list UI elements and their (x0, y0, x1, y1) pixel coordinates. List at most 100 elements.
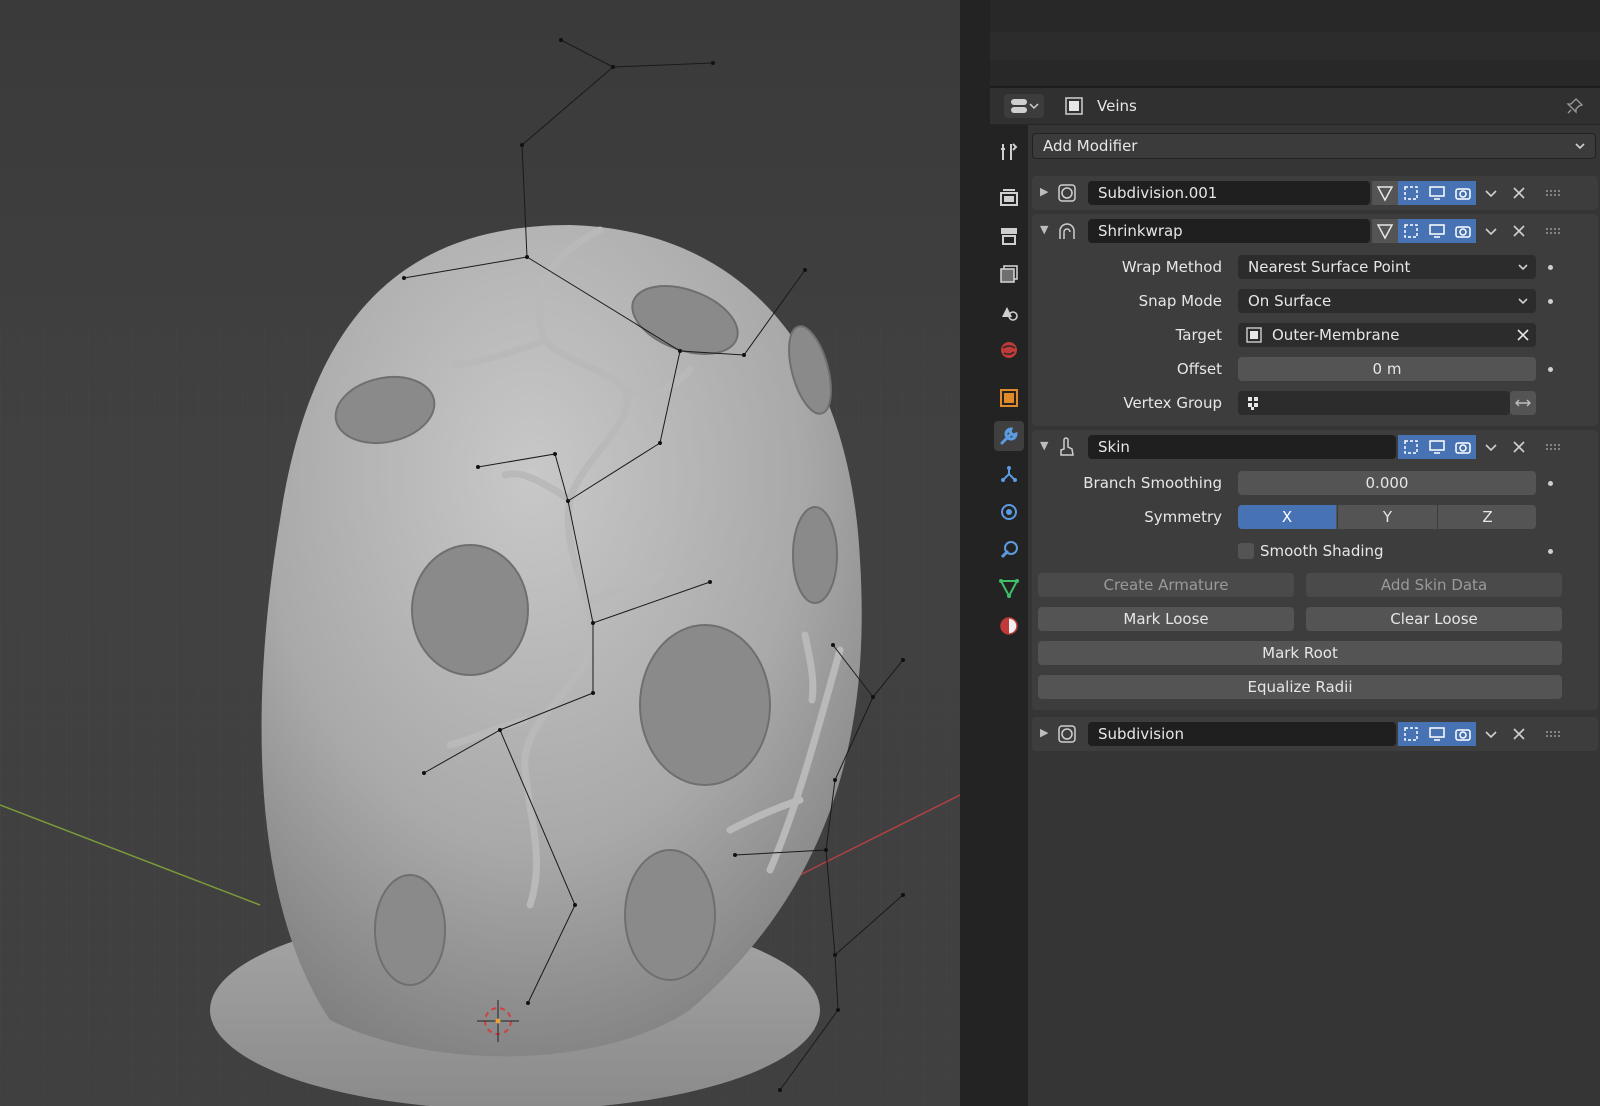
wrap-method-select[interactable]: Nearest Surface Point (1238, 255, 1536, 279)
symmetry-x-button[interactable]: X (1238, 505, 1336, 529)
render-toggle[interactable] (1450, 722, 1476, 746)
close-icon[interactable] (1510, 725, 1528, 743)
smooth-shading-label[interactable]: Smooth Shading (1260, 539, 1384, 563)
modifier-name-field[interactable]: Shrinkwrap (1088, 219, 1370, 243)
viewport-toggle[interactable] (1424, 435, 1450, 459)
viewport-toggle[interactable] (1424, 181, 1450, 205)
mark-loose-button[interactable]: Mark Loose (1038, 607, 1294, 631)
drag-handle-icon[interactable] (1544, 184, 1562, 202)
invert-vertex-group-button[interactable] (1510, 391, 1536, 415)
3d-viewport[interactable] (0, 0, 960, 1106)
drag-handle-icon[interactable] (1544, 725, 1562, 743)
branch-smoothing-label: Branch Smoothing (1083, 474, 1222, 492)
modifier-tab-icon[interactable] (994, 421, 1024, 451)
render-tab-icon[interactable] (994, 183, 1024, 213)
monitor-icon (1429, 440, 1445, 454)
editor-type-icon (1011, 99, 1039, 113)
physics-tab-icon[interactable] (994, 497, 1024, 527)
collapse-triangle-icon[interactable]: ▼ (1040, 223, 1048, 236)
add-skin-data-button[interactable]: Add Skin Data (1306, 573, 1562, 597)
edit-mode-toggle[interactable] (1398, 722, 1424, 746)
equalize-radii-button[interactable]: Equalize Radii (1038, 675, 1562, 699)
chevron-down-icon[interactable] (1482, 725, 1500, 743)
snap-mode-select[interactable]: On Surface (1238, 289, 1536, 313)
symmetry-z-button[interactable]: Z (1437, 505, 1536, 529)
modifier-header[interactable]: ▼ Shrinkwrap (1032, 214, 1598, 248)
modifier-header[interactable]: ▼ Skin (1032, 430, 1598, 464)
edit-mode-toggle[interactable] (1398, 219, 1424, 243)
viewport-toggle[interactable] (1424, 722, 1450, 746)
expand-triangle-icon[interactable]: ▶ (1040, 185, 1048, 198)
modifier-stack: Add Modifier ▶ Subdivision.001 ▼ Shrinkw… (1028, 125, 1600, 1106)
output-tab-icon[interactable] (994, 221, 1024, 251)
branch-smoothing-field[interactable]: 0.000 (1238, 471, 1536, 495)
smooth-shading-checkbox[interactable] (1238, 543, 1254, 559)
material-tab-icon[interactable] (994, 611, 1024, 641)
chevron-down-icon[interactable] (1482, 184, 1500, 202)
expand-triangle-icon[interactable]: ▶ (1040, 726, 1048, 739)
view-layer-tab-icon[interactable] (994, 259, 1024, 289)
edit-mode-cage-toggle[interactable] (1372, 181, 1398, 205)
camera-icon (1455, 729, 1471, 741)
target-field[interactable]: Outer-Membrane (1238, 323, 1536, 347)
drag-handle-icon[interactable] (1544, 438, 1562, 456)
object-icon (1246, 327, 1262, 343)
offset-field[interactable]: 0 m (1238, 357, 1536, 381)
particles-tab-icon[interactable] (994, 459, 1024, 489)
modifier-header[interactable]: ▶ Subdivision.001 (1032, 176, 1598, 210)
editor-type-button[interactable] (1004, 94, 1044, 118)
chevron-down-icon (1518, 264, 1528, 271)
keyframe-dot[interactable] (1548, 481, 1553, 486)
chevron-down-icon[interactable] (1482, 222, 1500, 240)
create-armature-button[interactable]: Create Armature (1038, 573, 1294, 597)
data-tab-icon[interactable] (994, 573, 1024, 603)
collapse-triangle-icon[interactable]: ▼ (1040, 439, 1048, 452)
properties-header: Veins (990, 88, 1600, 125)
keyframe-dot[interactable] (1548, 265, 1553, 270)
world-tab-icon[interactable] (994, 335, 1024, 365)
tool-tab-icon[interactable] (994, 137, 1024, 167)
close-icon[interactable] (1510, 222, 1528, 240)
keyframe-dot[interactable] (1548, 549, 1553, 554)
clear-loose-button[interactable]: Clear Loose (1306, 607, 1562, 631)
chevron-down-icon[interactable] (1482, 438, 1500, 456)
keyframe-dot[interactable] (1548, 299, 1553, 304)
keyframe-dot[interactable] (1548, 367, 1553, 372)
shrinkwrap-modifier-icon (1059, 223, 1075, 239)
symmetry-label: Symmetry (1144, 508, 1222, 526)
scene-tab-icon[interactable] (994, 297, 1024, 327)
mark-root-button[interactable]: Mark Root (1038, 641, 1562, 665)
edit-mode-icon (1404, 440, 1418, 454)
area-divider[interactable] (960, 0, 990, 1106)
constraints-tab-icon[interactable] (994, 535, 1024, 565)
modifier-name-field[interactable]: Skin (1088, 435, 1396, 459)
viewport-toggle[interactable] (1424, 219, 1450, 243)
modifier-header[interactable]: ▶ Subdivision (1032, 717, 1598, 751)
close-icon[interactable] (1510, 184, 1528, 202)
modifier-name-field[interactable]: Subdivision.001 (1088, 181, 1370, 205)
add-modifier-dropdown[interactable]: Add Modifier (1032, 133, 1596, 159)
close-icon[interactable] (1510, 438, 1528, 456)
offset-label: Offset (1176, 360, 1222, 378)
skin-modifier-icon (1060, 437, 1074, 456)
symmetry-y-button[interactable]: Y (1337, 505, 1437, 529)
subdivision-modifier-icon (1058, 184, 1076, 202)
vertex-group-field[interactable] (1238, 391, 1510, 415)
modifier-name-field[interactable]: Subdivision (1088, 722, 1396, 746)
wrap-method-label: Wrap Method (1121, 258, 1222, 276)
edit-mode-cage-toggle[interactable] (1372, 219, 1398, 243)
edit-mode-toggle[interactable] (1398, 181, 1424, 205)
render-toggle[interactable] (1450, 435, 1476, 459)
viewport-scene (0, 38, 960, 1106)
clear-icon[interactable] (1516, 328, 1530, 342)
object-icon (1064, 96, 1084, 116)
symmetry-buttons: X Y Z (1238, 505, 1536, 529)
properties-tabs (990, 125, 1028, 1106)
render-toggle[interactable] (1450, 181, 1476, 205)
pin-icon[interactable] (1564, 95, 1586, 117)
edit-mode-toggle[interactable] (1398, 435, 1424, 459)
arrows-horizontal-icon (1515, 399, 1531, 407)
object-tab-icon[interactable] (994, 383, 1024, 413)
render-toggle[interactable] (1450, 219, 1476, 243)
drag-handle-icon[interactable] (1544, 222, 1562, 240)
